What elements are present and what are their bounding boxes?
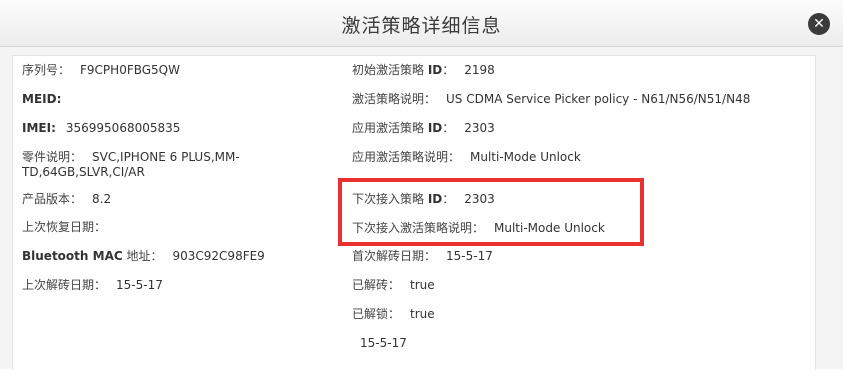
part-row-cont: TD,64GB,SLVR,CI/AR: [22, 164, 145, 180]
part-value: SVC,IPHONE 6 PLUS,MM-: [92, 150, 240, 164]
bluetooth-row: Bluetooth MAC 地址： 903C92C98FE9: [22, 248, 265, 264]
activation-policy-dialog: 激活策略详细信息 ✕ 序列号： F9CPH0FBG5QW MEID: IMEI: 3…: [0, 0, 843, 370]
imei-row: IMEI: 356995068005835: [22, 120, 180, 136]
dialog-header: 激活策略详细信息 ✕: [0, 0, 843, 47]
version-row: 产品版本： 8.2: [22, 191, 111, 207]
serial-row: 序列号： F9CPH0FBG5QW: [22, 62, 180, 78]
policy-desc-label: 激活策略说明：: [352, 92, 437, 106]
last-unlock-row: 上次解砖日期： 15-5-17: [22, 277, 163, 293]
imei-value: 356995068005835: [65, 121, 181, 135]
policy-desc-row: 激活策略说明： US CDMA Service Picker policy - N…: [352, 91, 750, 107]
bluetooth-label-bold: Bluetooth MAC: [22, 249, 123, 263]
applied-policy-row: 应用激活策略 ID： 2303: [352, 120, 495, 136]
unbricked-value: true: [410, 278, 435, 292]
part-value-cont: TD,64GB,SLVR,CI/AR: [22, 165, 145, 179]
last-restore-row: 上次恢复日期：: [22, 219, 116, 235]
highlight-box: [338, 178, 644, 246]
initial-policy-value: 2198: [464, 63, 495, 77]
imei-label: IMEI:: [22, 121, 56, 135]
initial-policy-label-id: ID: [427, 63, 443, 77]
bluetooth-value: 903C92C98FE9: [172, 249, 265, 263]
last-unlock-label: 上次解砖日期：: [22, 278, 107, 292]
serial-value: F9CPH0FBG5QW: [80, 63, 180, 77]
initial-policy-label: 初始激活策略: [352, 63, 428, 77]
policy-desc-value: US CDMA Service Picker policy - N61/N56/…: [446, 92, 751, 106]
last-restore-label: 上次恢复日期：: [22, 220, 107, 234]
first-unlock-row: 首次解砖日期： 15-5-17: [352, 248, 493, 264]
first-unlock-value: 15-5-17: [446, 249, 493, 263]
dialog-title: 激活策略详细信息: [341, 15, 502, 37]
initial-policy-label-end: ：: [442, 63, 455, 77]
serial-label: 序列号：: [22, 63, 71, 77]
extra-date-row: 15-5-17: [360, 335, 407, 351]
unlocked-row: 已解锁： true: [352, 306, 435, 322]
version-value: 8.2: [92, 192, 112, 206]
bluetooth-label: 地址：: [122, 249, 163, 263]
part-row: 零件说明： SVC,IPHONE 6 PLUS,MM-: [22, 149, 240, 165]
unlocked-value: true: [410, 307, 435, 321]
applied-policy-label-id: ID: [427, 121, 443, 135]
unbricked-row: 已解砖： true: [352, 277, 435, 293]
applied-policy-label-end: ：: [442, 121, 455, 135]
version-label: 产品版本：: [22, 192, 83, 206]
applied-policy-label: 应用激活策略: [352, 121, 428, 135]
applied-policy-value: 2303: [464, 121, 495, 135]
applied-desc-value: Multi-Mode Unlock: [470, 150, 581, 164]
meid-label: MEID:: [22, 92, 62, 106]
close-icon[interactable]: ✕: [808, 13, 830, 35]
applied-desc-row: 应用激活策略说明： Multi-Mode Unlock: [352, 149, 581, 165]
first-unlock-label: 首次解砖日期：: [352, 249, 437, 263]
part-label: 零件说明：: [22, 150, 83, 164]
unbricked-label: 已解砖：: [352, 278, 401, 292]
meid-row: MEID:: [22, 91, 71, 107]
applied-desc-label: 应用激活策略说明：: [352, 150, 461, 164]
last-unlock-value: 15-5-17: [116, 278, 163, 292]
extra-date-value: 15-5-17: [360, 336, 407, 350]
unlocked-label: 已解锁：: [352, 307, 401, 321]
initial-policy-row: 初始激活策略 ID： 2198: [352, 62, 495, 78]
